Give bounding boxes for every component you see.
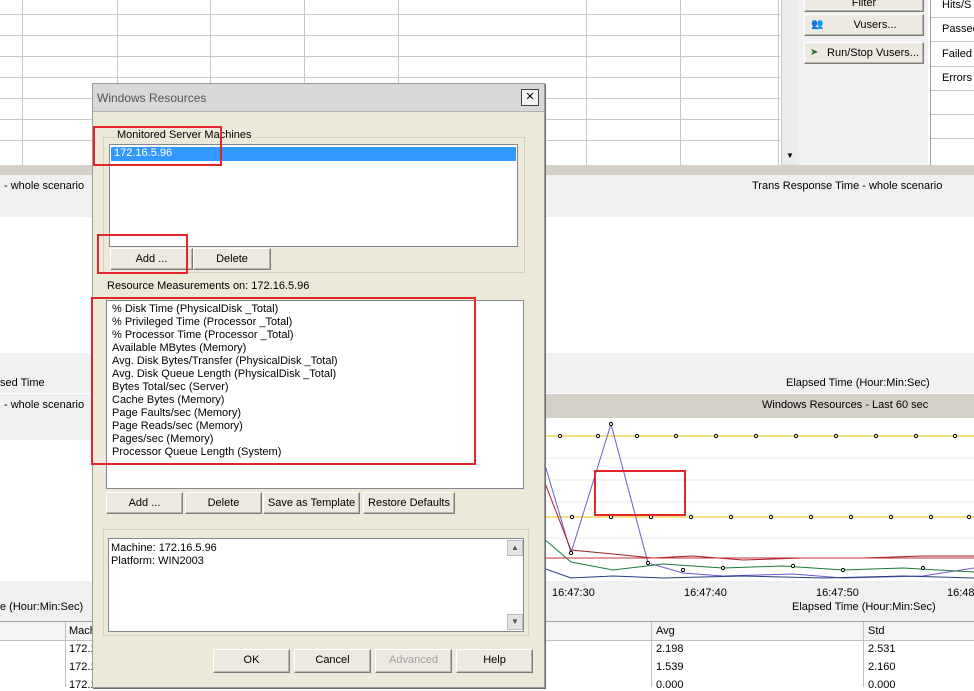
x-axis-label: Elapsed Time (Hour:Min:Sec) [792, 601, 936, 613]
axis-label-right: Elapsed Time (Hour:Min:Sec) [786, 377, 930, 389]
table-cell: 2.531 [868, 643, 896, 655]
axis-label-left: sed Time [0, 377, 45, 389]
delete-measurement-button[interactable]: Delete [185, 492, 262, 514]
graph-title-left: - whole scenario [4, 180, 85, 192]
advanced-button[interactable]: Advanced [375, 649, 452, 673]
list-item[interactable]: Hits/S [942, 0, 971, 11]
x-tick-label: 16:48 [947, 587, 974, 599]
restore-defaults-button[interactable]: Restore Defaults [363, 492, 455, 514]
list-item[interactable]: Errors [942, 72, 972, 84]
column-header[interactable]: Avg [656, 625, 675, 637]
cancel-button[interactable]: Cancel [294, 649, 371, 673]
table-cell: 0.000 [656, 679, 684, 691]
x-tick-label: 16:47:50 [816, 587, 859, 599]
list-item[interactable]: Failed [942, 48, 972, 60]
lower-graph-title-left: - whole scenario [4, 399, 85, 411]
vusers-button[interactable]: 👥 Vusers... [804, 14, 924, 36]
graph-title-right: Trans Response Time - whole scenario [752, 180, 943, 192]
save-as-template-button[interactable]: Save as Template [263, 492, 360, 514]
machine-info-text[interactable]: Machine: 172.16.5.96 Platform: WIN2003 ▲… [108, 538, 524, 632]
chart-highlight-box [594, 470, 686, 516]
dialog-titlebar[interactable]: Windows Resources ✕ [93, 84, 544, 112]
filter-button[interactable]: Filter [804, 0, 924, 12]
list-item[interactable]: Passed [942, 23, 974, 35]
x-tick-label: 16:47:30 [552, 587, 595, 599]
info-machine: Machine: 172.16.5.96 [111, 542, 217, 554]
scroll-down-icon[interactable]: ▼ [783, 149, 797, 163]
x-axis-label-left: e (Hour:Min:Sec) [0, 601, 84, 613]
column-header[interactable]: Std [868, 625, 885, 637]
help-button[interactable]: Help [456, 649, 533, 673]
scroll-up-icon[interactable]: ▲ [507, 540, 523, 556]
highlight-add-button [97, 234, 188, 274]
ok-button[interactable]: OK [213, 649, 290, 673]
lower-graph-title-right: Windows Resources - Last 60 sec [762, 399, 929, 411]
dialog-title: Windows Resources [97, 91, 207, 105]
close-icon: ✕ [525, 91, 535, 103]
delete-machine-button[interactable]: Delete [193, 248, 271, 270]
add-measurement-button[interactable]: Add ... [106, 492, 183, 514]
scroll-down-icon[interactable]: ▼ [507, 614, 523, 630]
vusers-icon: 👥 [811, 19, 824, 30]
grid-scrollbar[interactable]: ▼ [781, 0, 798, 165]
run-stop-vusers-button[interactable]: ➤ Run/Stop Vusers... [804, 42, 924, 64]
measurements-label: Resource Measurements on: 172.16.5.96 [107, 280, 310, 292]
table-cell: 2.198 [656, 643, 684, 655]
run-stop-icon: ➤ [810, 47, 819, 58]
highlight-measurement-list [91, 297, 476, 465]
x-tick-label: 16:47:40 [684, 587, 727, 599]
info-platform: Platform: WIN2003 [111, 555, 204, 567]
table-cell: 1.539 [656, 661, 684, 673]
table-cell: 2.160 [868, 661, 896, 673]
side-status-list: Hits/S Passed Failed Errors [930, 0, 974, 165]
table-cell: 0.000 [868, 679, 896, 691]
highlight-monitored-machines [93, 126, 222, 166]
close-button[interactable]: ✕ [521, 89, 539, 106]
